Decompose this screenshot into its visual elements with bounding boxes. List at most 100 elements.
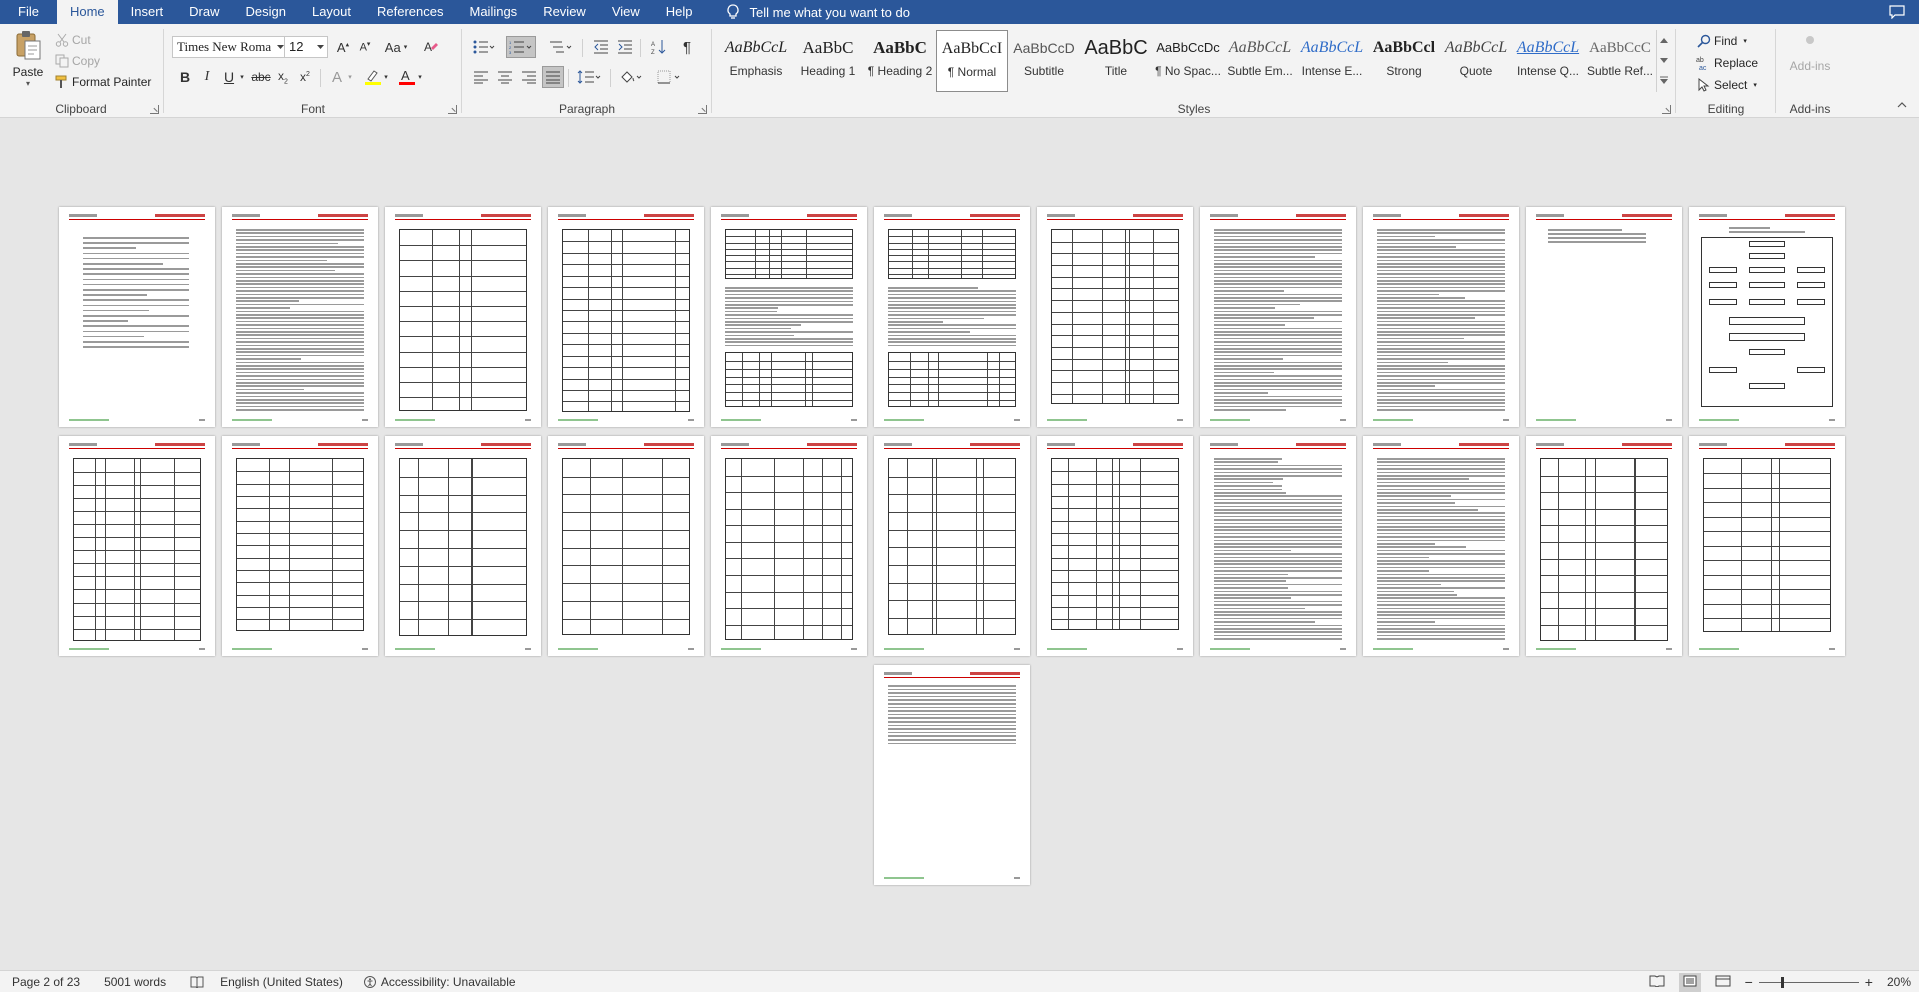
- zoom-out-button[interactable]: −: [1745, 974, 1753, 990]
- style-subtitle[interactable]: AaBbCcD Subtitle: [1008, 30, 1080, 92]
- tab-insert[interactable]: Insert: [118, 0, 177, 24]
- tab-review[interactable]: Review: [530, 0, 599, 24]
- gallery-more-button[interactable]: [1657, 70, 1670, 90]
- page-thumbnail[interactable]: [1037, 207, 1193, 427]
- page-thumbnail[interactable]: [548, 207, 704, 427]
- page-thumbnail[interactable]: [1526, 436, 1682, 656]
- page-thumbnail[interactable]: [222, 207, 378, 427]
- style-emphasis[interactable]: AaBbCcL Emphasis: [720, 30, 792, 92]
- change-case-button[interactable]: Aa ▾: [380, 36, 412, 58]
- addins-button[interactable]: Add-ins: [1778, 30, 1842, 73]
- language-status[interactable]: English (United States): [220, 975, 343, 989]
- read-mode-button[interactable]: [1649, 975, 1665, 990]
- page-thumbnail[interactable]: [59, 436, 215, 656]
- select-button[interactable]: Select ▾: [1694, 75, 1757, 95]
- zoom-in-button[interactable]: +: [1865, 974, 1873, 990]
- bold-button[interactable]: B: [174, 66, 196, 88]
- align-left-button[interactable]: [470, 66, 492, 88]
- format-painter-button[interactable]: Format Painter: [52, 72, 151, 92]
- page-thumbnail[interactable]: [874, 207, 1030, 427]
- zoom-slider-thumb[interactable]: [1780, 976, 1784, 988]
- zoom-level[interactable]: 20%: [1887, 975, 1911, 989]
- page-thumbnail[interactable]: [874, 436, 1030, 656]
- page-thumbnail[interactable]: [385, 207, 541, 427]
- replace-button[interactable]: ab ac Replace: [1694, 53, 1758, 73]
- sort-button[interactable]: AZ: [648, 36, 670, 58]
- page-thumbnail[interactable]: [222, 436, 378, 656]
- page-thumbnail[interactable]: [59, 207, 215, 427]
- document-canvas[interactable]: [0, 118, 1919, 970]
- justify-button[interactable]: [542, 66, 564, 88]
- clipboard-launcher-icon[interactable]: [150, 105, 159, 114]
- style-heading-1[interactable]: AaBbC Heading 1: [792, 30, 864, 92]
- page-thumbnail[interactable]: [711, 207, 867, 427]
- tab-file[interactable]: File: [0, 0, 57, 24]
- proofing-status[interactable]: [190, 976, 204, 988]
- page-thumbnail[interactable]: [1363, 436, 1519, 656]
- style-quote[interactable]: AaBbCcL Quote: [1440, 30, 1512, 92]
- tab-design[interactable]: Design: [233, 0, 299, 24]
- print-layout-button[interactable]: [1678, 972, 1701, 992]
- shrink-font-button[interactable]: A▾: [354, 36, 376, 58]
- font-size-select[interactable]: 12: [284, 36, 328, 58]
- web-layout-button[interactable]: [1715, 975, 1731, 990]
- page-count[interactable]: Page 2 of 23: [12, 975, 80, 989]
- superscript-button[interactable]: x2: [294, 66, 316, 88]
- page-thumbnail[interactable]: [1526, 207, 1682, 427]
- copy-button[interactable]: Copy: [52, 51, 100, 71]
- page-thumbnail[interactable]: [385, 436, 541, 656]
- styles-launcher-icon[interactable]: [1662, 105, 1671, 114]
- page-thumbnail[interactable]: [1689, 436, 1845, 656]
- page-thumbnail[interactable]: [874, 665, 1030, 885]
- accessibility-status[interactable]: Accessibility: Unavailable: [363, 975, 516, 989]
- page-thumbnail[interactable]: [1037, 436, 1193, 656]
- underline-dropdown[interactable]: ▾: [236, 66, 248, 88]
- tab-layout[interactable]: Layout: [299, 0, 364, 24]
- text-effects-dropdown[interactable]: ▾: [344, 66, 356, 88]
- tab-view[interactable]: View: [599, 0, 653, 24]
- subscript-button[interactable]: x2: [272, 66, 294, 88]
- grow-font-button[interactable]: A▴: [332, 36, 354, 58]
- style-heading-2[interactable]: AaBbC ¶ Heading 2: [864, 30, 936, 92]
- increase-indent-button[interactable]: [614, 36, 636, 58]
- font-family-select[interactable]: Times New Roma: [172, 36, 288, 58]
- bullets-button[interactable]: [470, 36, 498, 58]
- clear-formatting-button[interactable]: A: [420, 36, 442, 58]
- font-launcher-icon[interactable]: [448, 105, 457, 114]
- tab-home[interactable]: Home: [56, 0, 118, 24]
- strikethrough-button[interactable]: abc: [250, 66, 272, 88]
- paste-button[interactable]: Paste ▾: [8, 28, 48, 98]
- shading-button[interactable]: [616, 66, 646, 88]
- gallery-up-button[interactable]: [1657, 30, 1670, 50]
- style-strong[interactable]: AaBbCcl Strong: [1368, 30, 1440, 92]
- style-title[interactable]: AaBbC Title: [1080, 30, 1152, 92]
- style-intense-emphasis[interactable]: AaBbCcL Intense E...: [1296, 30, 1368, 92]
- gallery-down-button[interactable]: [1657, 50, 1670, 70]
- numbering-button[interactable]: 123: [506, 36, 536, 58]
- cut-button[interactable]: Cut: [52, 30, 91, 50]
- multilevel-list-button[interactable]: [546, 36, 576, 58]
- page-thumbnail[interactable]: [711, 436, 867, 656]
- word-count[interactable]: 5001 words: [104, 975, 166, 989]
- tab-draw[interactable]: Draw: [176, 0, 232, 24]
- find-button[interactable]: Find ▾: [1694, 31, 1747, 51]
- page-thumbnail[interactable]: [1200, 207, 1356, 427]
- style-subtle-emphasis[interactable]: AaBbCcL Subtle Em...: [1224, 30, 1296, 92]
- borders-button[interactable]: [654, 66, 684, 88]
- style-normal[interactable]: AaBbCcI ¶ Normal: [936, 30, 1008, 92]
- zoom-slider[interactable]: [1758, 976, 1859, 988]
- style-intense-quote[interactable]: AaBbCcL Intense Q...: [1512, 30, 1584, 92]
- tab-references[interactable]: References: [364, 0, 456, 24]
- page-thumbnail[interactable]: [1689, 207, 1845, 427]
- page-thumbnail[interactable]: [1363, 207, 1519, 427]
- style-subtle-reference[interactable]: AaBbCcC Subtle Ref...: [1584, 30, 1656, 92]
- paragraph-launcher-icon[interactable]: [698, 105, 707, 114]
- highlight-dropdown[interactable]: ▾: [380, 66, 392, 88]
- italic-button[interactable]: I: [196, 66, 218, 88]
- page-thumbnail[interactable]: [1200, 436, 1356, 656]
- collapse-ribbon-button[interactable]: [1897, 97, 1907, 111]
- tab-mailings[interactable]: Mailings: [457, 0, 531, 24]
- style-no-spacing[interactable]: AaBbCcDc ¶ No Spac...: [1152, 30, 1224, 92]
- comments-icon[interactable]: [1889, 5, 1905, 19]
- tell-me-search[interactable]: Tell me what you want to do: [726, 0, 910, 24]
